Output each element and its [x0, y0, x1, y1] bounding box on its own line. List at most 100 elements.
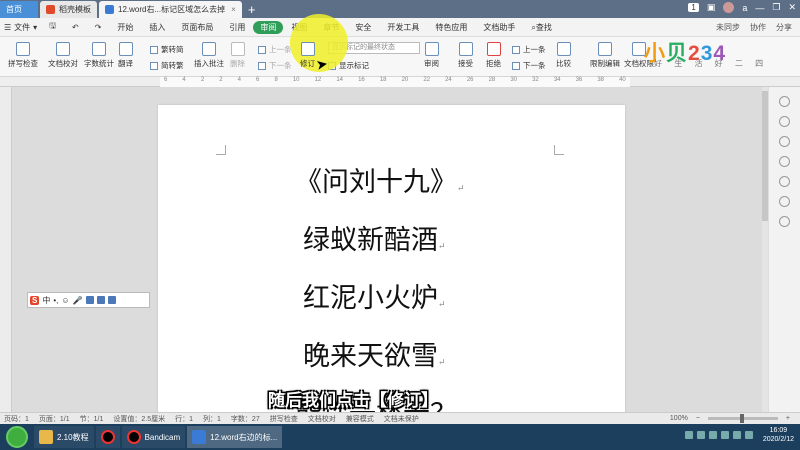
property-icon[interactable] — [779, 156, 790, 167]
restrict-editing-icon — [598, 42, 612, 56]
toolbox-icon[interactable] — [107, 296, 116, 304]
taskbar-wps[interactable]: 12.word右边的标... — [187, 426, 283, 448]
menu-doc-assistant[interactable]: 文档助手 — [475, 22, 523, 33]
pointer-tool-icon[interactable] — [779, 96, 790, 107]
review-pane-icon — [424, 42, 439, 56]
new-tab-icon[interactable]: + — [248, 1, 256, 18]
menu-review[interactable]: 审阅 — [253, 20, 284, 34]
status-proof[interactable]: 文档校对 — [308, 414, 336, 424]
start-button[interactable] — [6, 426, 28, 448]
help-icon[interactable] — [779, 216, 790, 227]
search-box[interactable]: ⌕查找 — [523, 22, 559, 33]
menu-features[interactable]: 特色应用 — [427, 22, 475, 33]
tab-template[interactable]: 稻壳模板 — [40, 1, 97, 18]
prev-comment-button[interactable]: 上一条 — [258, 44, 292, 55]
tab-document[interactable]: 12.word右...标记区域怎么去掉 × — [99, 1, 242, 18]
document-page[interactable]: 《问刘十九》↵ 绿蚁新醅酒↵ 红泥小火炉↵ 晚来天欲雪↵ 能饮一杯无？↵ — [158, 105, 625, 430]
menu-start[interactable]: 开始 — [109, 22, 141, 33]
skin-icon[interactable]: ▣ — [707, 2, 716, 13]
next-comment-label: 下一条 — [269, 61, 292, 70]
vertical-ruler[interactable] — [0, 87, 12, 412]
reject-button[interactable]: 拒绝 — [486, 42, 501, 69]
taskbar-record[interactable] — [95, 426, 120, 448]
share-button[interactable]: 分享 — [776, 22, 792, 33]
status-wordcount[interactable]: 字数：27 — [231, 414, 260, 424]
location-icon[interactable] — [779, 136, 790, 147]
window-count-badge[interactable]: 1 — [688, 3, 699, 12]
user-label[interactable]: a — [742, 3, 747, 13]
delete-comment-button[interactable]: 删除 — [230, 42, 245, 69]
prev-comment-label: 上一条 — [269, 45, 292, 54]
menu-insert[interactable]: 插入 — [141, 22, 173, 33]
menu-references[interactable]: 引用 — [221, 22, 253, 33]
microphone-icon[interactable]: 🎤 — [73, 296, 83, 305]
menu-page-layout[interactable]: 页面布局 — [173, 22, 221, 33]
menu-developer[interactable]: 开发工具 — [379, 22, 427, 33]
to-traditional-button[interactable]: 繁转简 — [150, 44, 184, 55]
status-col: 列：1 — [203, 415, 221, 423]
redo-icon[interactable]: ↷ — [87, 23, 110, 32]
title-tab-bar: 首页 稻壳模板 12.word右...标记区域怎么去掉 × + 1 ▣ a — … — [0, 0, 800, 18]
style-icon[interactable] — [779, 116, 790, 127]
next-comment-button[interactable]: 下一条 — [258, 60, 292, 71]
zoom-out-icon[interactable]: − — [696, 415, 700, 422]
status-bar: 页码：1 页面：1/1 节：1/1 设置值：2.5厘米 行：1 列：1 字数：2… — [0, 412, 800, 424]
spellcheck-button[interactable]: 拼写检查 — [8, 42, 38, 69]
tray-app-icon[interactable] — [720, 431, 729, 439]
horizontal-ruler[interactable]: 6 4 2 2 4 6 8 10 12 14 16 18 20 22 24 26 28 30 32 34 36 38 40 — [0, 77, 800, 87]
clock[interactable]: 16:09 2020/2/12 — [763, 426, 794, 444]
translate-button[interactable]: 翻译 — [118, 42, 133, 69]
prev-change-button[interactable]: 上一条 — [512, 44, 546, 55]
avatar[interactable] — [723, 2, 735, 13]
to-simplified-label: 简转繁 — [161, 61, 184, 70]
compare-button[interactable]: 比较 — [556, 42, 571, 69]
ime-mode-label[interactable]: 中 — [42, 295, 50, 306]
menu-security[interactable]: 安全 — [347, 22, 379, 33]
sync-status[interactable]: 未同步 — [716, 22, 740, 33]
share-icon[interactable] — [779, 196, 790, 207]
poem-title: 《问刘十九》 — [295, 167, 457, 198]
collab-button[interactable]: 协作 — [750, 22, 766, 33]
skin-shirt-icon[interactable] — [96, 296, 105, 304]
taskbar-folder[interactable]: 2.10教程 — [34, 426, 94, 448]
accept-button[interactable]: 接受 — [458, 42, 473, 69]
taskbar-bandicam[interactable]: Bandicam — [121, 426, 186, 448]
zoom-slider-thumb[interactable] — [739, 414, 744, 423]
backup-icon[interactable] — [779, 176, 790, 187]
next-change-icon — [512, 61, 520, 70]
ime-toolbar[interactable]: S 中 •, ☺ 🎤 — [27, 292, 150, 308]
paragraph-mark: ↵ — [438, 358, 446, 368]
quick-save-icon[interactable]: 🖫 — [41, 20, 64, 34]
word-count-button[interactable]: 字数统计 — [84, 42, 114, 69]
tray-app-icon[interactable] — [684, 431, 693, 439]
mouse-cursor-icon: ➤ — [314, 55, 329, 73]
tray-app-icon[interactable] — [708, 431, 717, 439]
tray-app-icon[interactable] — [696, 431, 705, 439]
zoom-slider[interactable] — [707, 414, 778, 423]
volume-icon[interactable] — [744, 431, 753, 439]
status-spellcheck[interactable]: 拼写检查 — [270, 414, 298, 424]
word-doc-icon — [105, 5, 114, 14]
undo-icon[interactable]: ↶ — [64, 23, 87, 32]
minimize-icon[interactable]: — — [755, 3, 764, 13]
to-simplified-button[interactable]: 简转繁 — [150, 60, 184, 71]
record-icon — [100, 430, 115, 444]
doc-proof-button[interactable]: 文档校对 — [48, 42, 78, 69]
maximize-icon[interactable]: ❐ — [772, 2, 780, 13]
next-change-button[interactable]: 下一条 — [512, 60, 546, 71]
punctuation-icon[interactable]: •, — [53, 296, 58, 305]
file-menu[interactable]: ☰ 文件 ▾ — [0, 22, 41, 33]
status-protect[interactable]: 文档未保护 — [384, 414, 419, 424]
tab-home[interactable]: 首页 — [0, 1, 38, 18]
network-icon[interactable] — [732, 431, 741, 439]
review-pane-button[interactable]: 审阅 — [424, 42, 439, 69]
insert-comment-button[interactable]: 插入批注 — [194, 42, 224, 69]
emoji-icon[interactable]: ☺ — [61, 296, 69, 305]
track-changes-button[interactable]: 修订 — [300, 42, 315, 69]
close-window-icon[interactable]: ✕ — [788, 2, 796, 13]
keyboard-icon[interactable] — [85, 296, 94, 304]
zoom-level[interactable]: 100% — [670, 415, 688, 422]
restrict-editing-button[interactable]: 限制编辑 — [590, 42, 620, 69]
zoom-in-icon[interactable]: + — [786, 415, 790, 422]
close-tab-icon[interactable]: × — [231, 5, 236, 14]
